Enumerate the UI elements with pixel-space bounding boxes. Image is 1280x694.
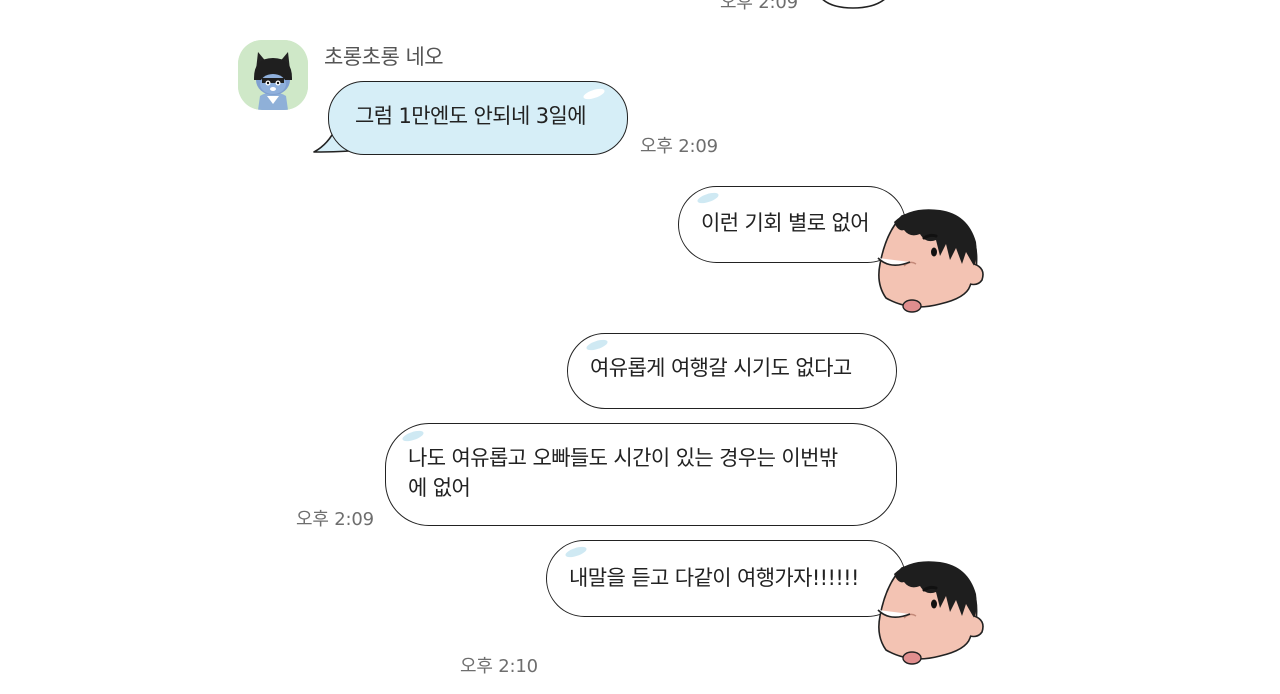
chat-screen: 오후 2:09 초롱초롱 네오 그럼 1만엔도 안되네 3일에 오후 2:09 … [0, 0, 1280, 694]
message-bubble-outgoing[interactable]: 여유롭게 여행갈 시기도 없다고 [567, 333, 897, 409]
sender-name: 초롱초롱 네오 [324, 45, 444, 69]
message-text: 이런 기회 별로 없어 [701, 211, 870, 235]
bubble-shine [696, 190, 720, 206]
message-bubble-outgoing[interactable]: 내말을 듣고 다같이 여행가자!!!!!! [546, 540, 906, 617]
neo-cat-avatar-icon [238, 40, 308, 110]
message-bubble-incoming[interactable]: 그럼 1만엔도 안되네 3일에 [328, 81, 628, 155]
message-text-line-1: 나도 여유롭고 오빠들도 시간이 있는 경우는 이번밖 [408, 446, 838, 470]
neo-avatar[interactable] [238, 40, 308, 110]
bubble-shine [585, 337, 609, 353]
message-bubble-outgoing[interactable]: 나도 여유롭고 오빠들도 시간이 있는 경우는 이번밖 에 없어 [385, 423, 897, 526]
message-text: 내말을 듣고 다같이 여행가자!!!!!! [569, 566, 859, 590]
timestamp: 오후 2:09 [640, 136, 718, 157]
timestamp: 오후 2:09 [296, 509, 374, 530]
previous-bubble-edge [822, 0, 885, 9]
message-text: 그럼 1만엔도 안되네 3일에 [355, 104, 587, 128]
message-text-line-2: 에 없어 [408, 476, 471, 500]
cartoon-boy-face-icon [877, 561, 984, 665]
timestamp-top: 오후 2:09 [720, 0, 798, 13]
cartoon-boy-face-icon [877, 209, 984, 313]
message-text: 여유롭게 여행갈 시기도 없다고 [590, 356, 852, 380]
bubble-shine [582, 86, 606, 102]
timestamp: 오후 2:10 [460, 656, 538, 677]
bubble-shine [564, 544, 588, 560]
bubble-shine [401, 428, 425, 444]
